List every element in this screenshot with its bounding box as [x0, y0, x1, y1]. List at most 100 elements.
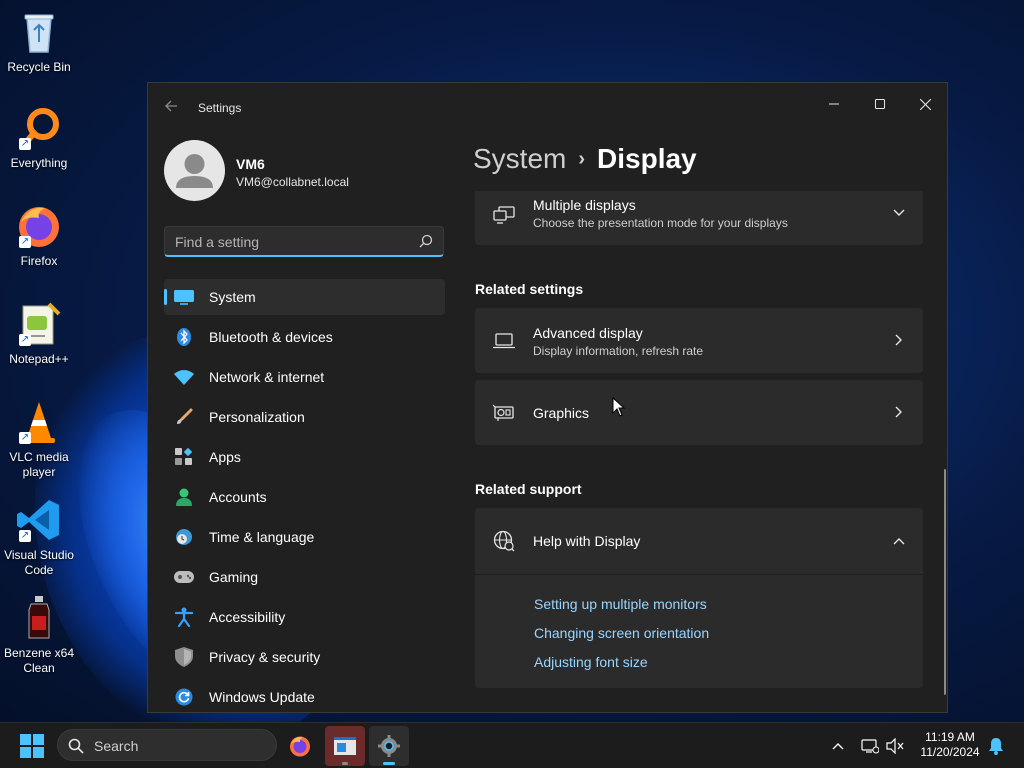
desktop-icon-vscode[interactable]: ↗ Visual Studio Code [2, 496, 76, 578]
benzene-bottle-icon [15, 594, 63, 642]
taskbar: Search 11:19 AM 11/20/2024 [0, 722, 1024, 768]
sidebar-item-privacy-security[interactable]: Privacy & security [164, 639, 445, 675]
person-icon [174, 487, 194, 507]
shortcut-arrow-icon: ↗ [19, 236, 31, 248]
notepad-plus-plus-icon: ↗ [15, 300, 63, 348]
breadcrumb-chevron-icon: › [578, 148, 586, 170]
close-icon [919, 98, 931, 110]
desktop-icon-label: Firefox [20, 254, 58, 268]
system-monitor-icon [174, 287, 194, 307]
sidebar-item-windows-update[interactable]: Windows Update [164, 679, 445, 712]
taskbar-search[interactable]: Search [57, 729, 277, 761]
content-scrollbar[interactable] [944, 469, 946, 695]
notification-bell-icon[interactable] [986, 736, 1006, 756]
desktop-icon-firefox[interactable]: ↗ Firefox [2, 202, 76, 269]
chevron-right-icon [893, 406, 905, 418]
apps-grid-icon [174, 447, 194, 467]
sidebar-item-label: Windows Update [209, 689, 315, 705]
bluetooth-icon [174, 327, 194, 347]
minimize-button[interactable] [811, 89, 857, 119]
network-status-icon[interactable] [860, 736, 880, 756]
help-with-display-card[interactable]: Help with Display [475, 508, 923, 574]
start-button[interactable] [20, 734, 44, 758]
sidebar-item-accounts[interactable]: Accounts [164, 479, 445, 515]
clock-time: 11:19 AM [925, 730, 975, 744]
back-arrow-icon[interactable] [164, 99, 180, 115]
desktop-icon-label: Visual Studio Code [4, 548, 74, 577]
help-link-screen-orientation[interactable]: Changing screen orientation [534, 625, 709, 641]
globe-help-icon [493, 530, 515, 552]
chevron-down-icon[interactable] [893, 207, 905, 219]
sidebar-item-network[interactable]: Network & internet [164, 359, 445, 395]
breadcrumb-parent[interactable]: System [473, 143, 566, 174]
sidebar-item-system[interactable]: System [164, 279, 445, 315]
active-indicator [383, 762, 395, 765]
user-avatar-icon [176, 154, 213, 188]
vscode-icon: ↗ [15, 496, 63, 544]
sidebar-item-bluetooth[interactable]: Bluetooth & devices [164, 319, 445, 355]
shield-icon [174, 647, 194, 667]
chevron-up-icon[interactable] [828, 736, 848, 756]
desktop-icon-notepad-plus-plus[interactable]: ↗ Notepad++ [2, 300, 76, 367]
desktop-icon-label: Everything [10, 156, 68, 170]
page-title: Display [597, 143, 697, 174]
globe-clock-icon [174, 527, 194, 547]
sidebar-item-label: Personalization [209, 409, 305, 425]
multiple-displays-card[interactable]: Multiple displays Choose the presentatio… [475, 191, 923, 245]
card-title: Advanced display [533, 325, 643, 341]
system-clock[interactable]: 11:19 AM 11/20/2024 [912, 730, 988, 760]
card-title: Multiple displays [533, 197, 636, 213]
chevron-up-icon[interactable] [893, 535, 905, 547]
graphics-card-icon [493, 402, 515, 424]
recycle-bin-icon [15, 8, 63, 56]
sidebar-item-label: Network & internet [209, 369, 325, 385]
taskbar-firefox[interactable] [280, 726, 320, 766]
search-icon [68, 738, 84, 754]
search-icon[interactable] [419, 234, 433, 248]
desktop-icon-label: Notepad++ [9, 352, 69, 366]
graphics-card[interactable]: Graphics [475, 380, 923, 445]
taskbar-settings[interactable] [369, 726, 409, 766]
maximize-button[interactable] [857, 89, 903, 119]
desktop-icon-label: Recycle Bin [7, 60, 71, 74]
taskbar-app-window[interactable] [325, 726, 365, 766]
windows-logo-icon [20, 734, 44, 758]
sidebar-item-time-language[interactable]: Time & language [164, 519, 445, 555]
sidebar-item-apps[interactable]: Apps [164, 439, 445, 475]
card-subtitle: Display information, refresh rate [533, 344, 704, 358]
avatar[interactable] [164, 140, 225, 201]
sidebar-item-personalization[interactable]: Personalization [164, 399, 445, 435]
volume-muted-icon[interactable] [885, 736, 905, 756]
find-setting-search[interactable] [164, 226, 444, 257]
settings-window: Settings VM6 VM6@collabnet.local Sy [147, 82, 948, 713]
desktop-icon-everything[interactable]: ↗ Everything [2, 104, 76, 171]
card-title: Graphics [533, 405, 590, 421]
app-title: Settings [198, 101, 242, 115]
breadcrumb: System › Display [473, 143, 697, 175]
help-link-font-size[interactable]: Adjusting font size [534, 654, 648, 670]
desktop-icon-vlc[interactable]: ↗ VLC media player [2, 398, 76, 480]
help-links-panel: Setting up multiple monitors Changing sc… [475, 574, 923, 688]
sidebar-item-label: Time & language [209, 529, 315, 545]
related-settings-heading: Related settings [475, 281, 584, 297]
help-link-multiple-monitors[interactable]: Setting up multiple monitors [534, 596, 707, 612]
desktop-icon-benzene[interactable]: Benzene x64 Clean [2, 594, 76, 676]
sidebar-item-label: Privacy & security [209, 649, 321, 665]
wifi-icon [174, 367, 194, 387]
gamepad-icon [174, 567, 194, 587]
multiple-displays-icon [493, 204, 515, 226]
shortcut-arrow-icon: ↗ [19, 530, 31, 542]
sidebar-item-accessibility[interactable]: Accessibility [164, 599, 445, 635]
profile-email: VM6@collabnet.local [236, 175, 349, 189]
advanced-display-card[interactable]: Advanced display Display information, re… [475, 308, 923, 373]
title-bar[interactable]: Settings [148, 83, 947, 131]
close-button[interactable] [902, 89, 947, 119]
desktop-icon-recycle-bin[interactable]: Recycle Bin [2, 8, 76, 75]
mouse-cursor-icon [612, 396, 626, 417]
search-input[interactable] [175, 232, 405, 252]
sidebar-item-label: Gaming [209, 569, 259, 585]
sidebar-item-label: Bluetooth & devices [209, 329, 333, 345]
chevron-right-icon [893, 334, 905, 346]
shortcut-arrow-icon: ↗ [19, 138, 31, 150]
sidebar-item-gaming[interactable]: Gaming [164, 559, 445, 595]
